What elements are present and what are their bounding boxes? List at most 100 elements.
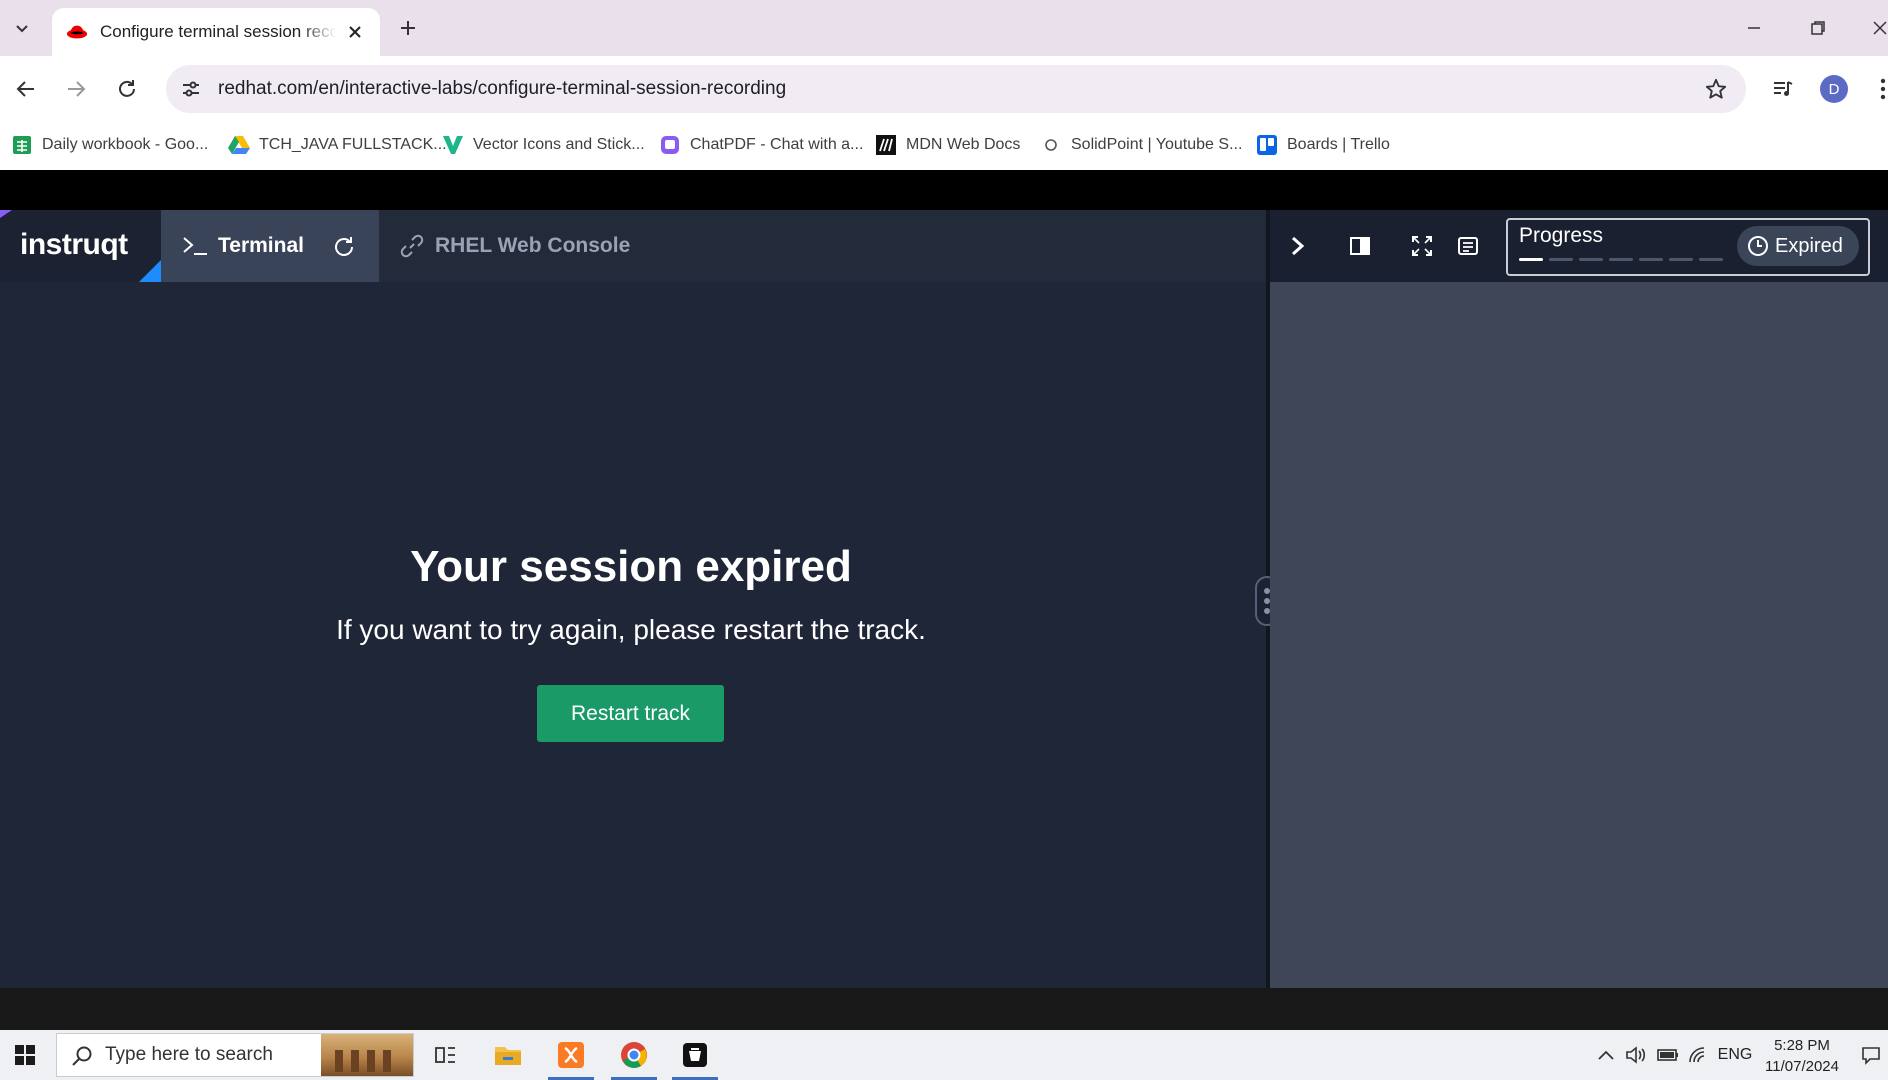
progress-step [1579,258,1603,261]
restart-track-button[interactable]: Restart track [537,685,724,742]
battery-button[interactable] [1654,1030,1682,1080]
battery-icon [1657,1049,1678,1061]
notes-button[interactable] [1454,232,1482,260]
clock-date: 11/07/2024 [1765,1058,1839,1075]
file-explorer-button[interactable] [483,1030,533,1080]
progress-step [1549,258,1573,261]
arrow-right-icon [68,81,86,97]
app-box-icon [683,1043,707,1067]
progress-steps [1519,258,1723,261]
chatpdf-icon [659,134,681,156]
search-highlight-image [321,1034,413,1076]
volume-button[interactable] [1622,1030,1650,1080]
playlist-icon [1774,81,1793,96]
panel-layout-icon [1350,237,1370,255]
taskbar-search-box[interactable]: Type here to search [56,1033,414,1077]
xampp-icon [558,1042,584,1068]
browser-tab-strip: Configure terminal session recording [0,0,1888,56]
instruqt-logo[interactable]: instruqt [0,210,161,282]
chrome-app-button[interactable] [609,1030,659,1080]
layout-toggle-button[interactable] [1346,232,1374,260]
show-hidden-icons-button[interactable] [1594,1030,1618,1080]
address-bar[interactable]: redhat.com/en/interactive-labs/configure… [166,65,1746,113]
avatar: D [1820,75,1848,103]
browser-tab-active[interactable]: Configure terminal session recording [52,8,380,56]
forward-button[interactable] [60,73,92,105]
fullscreen-button[interactable] [1408,232,1436,260]
new-tab-button[interactable] [394,14,422,42]
expired-status-badge: Expired [1737,226,1859,266]
vector-icon [442,134,464,156]
more-vertical-icon [1880,78,1886,100]
progress-step [1639,258,1663,261]
notification-icon [1862,1047,1880,1065]
url-text[interactable]: redhat.com/en/interactive-labs/configure… [218,78,786,100]
page-top-bar [0,170,1888,210]
arrow-left-icon [16,81,34,97]
reload-button[interactable] [111,73,143,105]
notifications-button[interactable] [1854,1030,1888,1080]
tab-terminal-label: Terminal [218,234,304,257]
trello-icon [1256,134,1278,156]
site-info-icon[interactable] [176,74,206,104]
terminal-prompt-icon [183,237,207,255]
terminal-panel: Your session expired If you want to try … [0,282,1268,988]
chevron-down-icon [16,25,28,33]
bookmark-item[interactable]: Vector Icons and Stick... [442,132,645,158]
expired-label: Expired [1775,234,1843,257]
browser-menu-button[interactable] [1866,72,1888,106]
close-icon [1873,21,1887,35]
back-button[interactable] [10,73,42,105]
bookmark-item[interactable]: Boards | Trello [1256,132,1390,158]
bookmark-star-icon[interactable] [1702,75,1730,103]
page-bottom-bar [0,988,1888,1030]
bookmark-label: MDN Web Docs [906,136,1021,153]
network-button[interactable] [1684,1030,1712,1080]
close-tab-icon[interactable] [344,21,366,43]
mdn-icon [875,134,897,156]
task-view-button[interactable] [420,1030,470,1080]
terminal-app-button[interactable] [670,1030,720,1080]
solidpoint-icon [1040,134,1062,156]
progress-label: Progress [1519,224,1604,247]
app-header: instruqt Terminal RHEL Web Console [0,210,1268,282]
tab-rhel-web-console[interactable]: RHEL Web Console [435,234,630,258]
close-window-button[interactable] [1866,14,1888,42]
bookmark-item[interactable]: SolidPoint | Youtube S... [1040,132,1242,158]
taskbar-clock[interactable]: 5:28 PM 11/07/2024 [1760,1035,1844,1077]
minimize-window-button[interactable] [1740,14,1768,42]
bookmark-label: Boards | Trello [1287,136,1390,153]
collapse-sidebar-button[interactable] [1284,232,1312,260]
restore-window-button[interactable] [1804,14,1832,42]
reload-icon [119,80,135,97]
bookmark-item[interactable]: TCH_JAVA FULLSTACK... [228,132,447,158]
session-expired-title: Your session expired [410,542,852,591]
restore-icon [1811,21,1825,35]
corner-accent-icon [0,210,12,218]
sidebar-header: Progress Expired [1270,210,1888,282]
link-icon [400,234,424,258]
session-expired-message: If you want to try again, please restart… [336,614,926,645]
bookmark-label: SolidPoint | Youtube S... [1071,136,1243,153]
media-control-button[interactable] [1766,72,1800,106]
bookmark-label: ChatPDF - Chat with a... [690,136,864,153]
bookmark-label: Daily workbook - Goo... [42,136,209,153]
start-button[interactable] [0,1030,50,1080]
taskbar-search-placeholder: Type here to search [105,1044,273,1065]
tab-search-button[interactable] [8,14,36,42]
bookmark-item[interactable]: ChatPDF - Chat with a... [659,132,863,158]
sheets-icon [11,134,33,156]
logo-text: instruqt [20,228,128,261]
bookmark-item[interactable]: Daily workbook - Goo... [11,132,208,158]
profile-button[interactable]: D [1817,72,1851,106]
chevron-up-icon [1598,1050,1614,1060]
language-indicator[interactable]: ENG [1716,1030,1754,1080]
drive-icon [228,134,250,156]
xampp-app-button[interactable] [546,1030,596,1080]
assignment-sidebar [1270,282,1888,988]
tab-terminal[interactable]: Terminal [161,210,379,282]
folder-icon [495,1047,521,1065]
bookmark-item[interactable]: MDN Web Docs [875,132,1020,158]
windows-taskbar: Type here to search ENG 5:28 PM 11/07/20… [0,1030,1888,1080]
refresh-icon[interactable] [331,234,357,260]
